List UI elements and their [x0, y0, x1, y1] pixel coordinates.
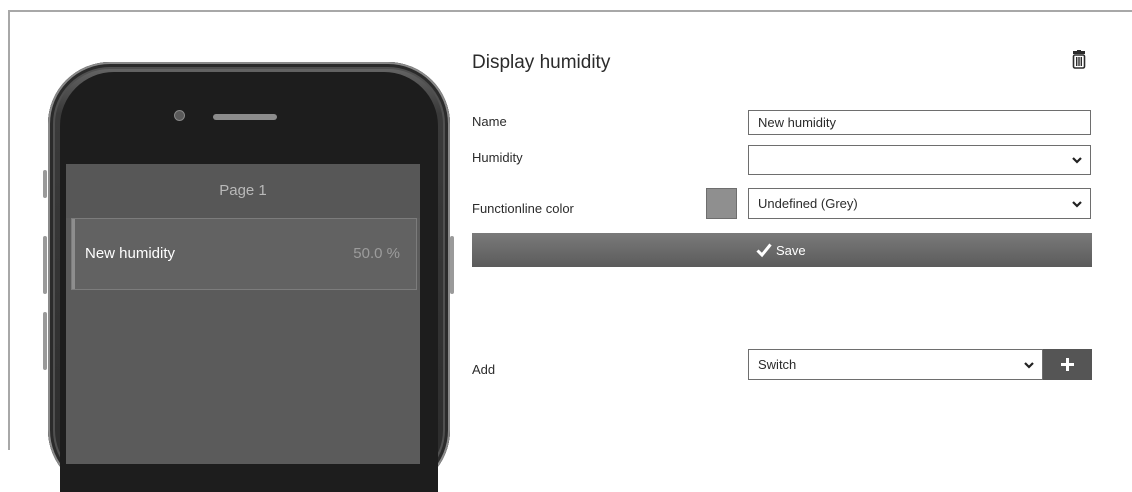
phone-page-title: Page 1	[66, 164, 420, 218]
phone-function-item[interactable]: New humidity 50.0 %	[71, 218, 417, 290]
phone-camera	[174, 110, 185, 121]
phone-power-button	[450, 236, 454, 294]
checkmark-icon	[756, 243, 772, 258]
phone-screen: Page 1 New humidity 50.0 %	[66, 164, 420, 464]
function-item-value: 50.0 %	[353, 245, 400, 262]
color-swatch	[706, 188, 737, 219]
trash-icon[interactable]	[1070, 50, 1088, 70]
humidity-label: Humidity	[472, 150, 523, 165]
phone-speaker	[213, 114, 277, 120]
plus-icon	[1061, 358, 1074, 371]
phone-side-button	[43, 170, 47, 198]
save-label: Save	[776, 242, 806, 258]
functionline-color-value: Undefined (Grey)	[758, 196, 858, 211]
add-type-select[interactable]: Switch	[748, 349, 1043, 380]
humidity-select[interactable]	[748, 145, 1091, 175]
functionline-color-select[interactable]: Undefined (Grey)	[748, 188, 1091, 219]
add-label: Add	[472, 362, 496, 377]
save-button[interactable]: Save	[472, 233, 1092, 267]
add-type-value: Switch	[758, 357, 797, 372]
phone-side-button	[43, 236, 47, 294]
name-input[interactable]: New humidity	[748, 110, 1091, 135]
add-button[interactable]	[1043, 349, 1092, 380]
chevron-down-icon	[1072, 157, 1082, 164]
chevron-down-icon	[1024, 362, 1034, 369]
phone-side-button	[43, 312, 47, 370]
name-label: Name	[472, 114, 507, 129]
function-item-label: New humidity	[85, 245, 176, 262]
functionline-color-label: Functionline color	[472, 201, 574, 216]
page-title: Display humidity	[472, 52, 611, 73]
chevron-down-icon	[1072, 201, 1082, 208]
function-item-color-bar	[72, 219, 75, 289]
